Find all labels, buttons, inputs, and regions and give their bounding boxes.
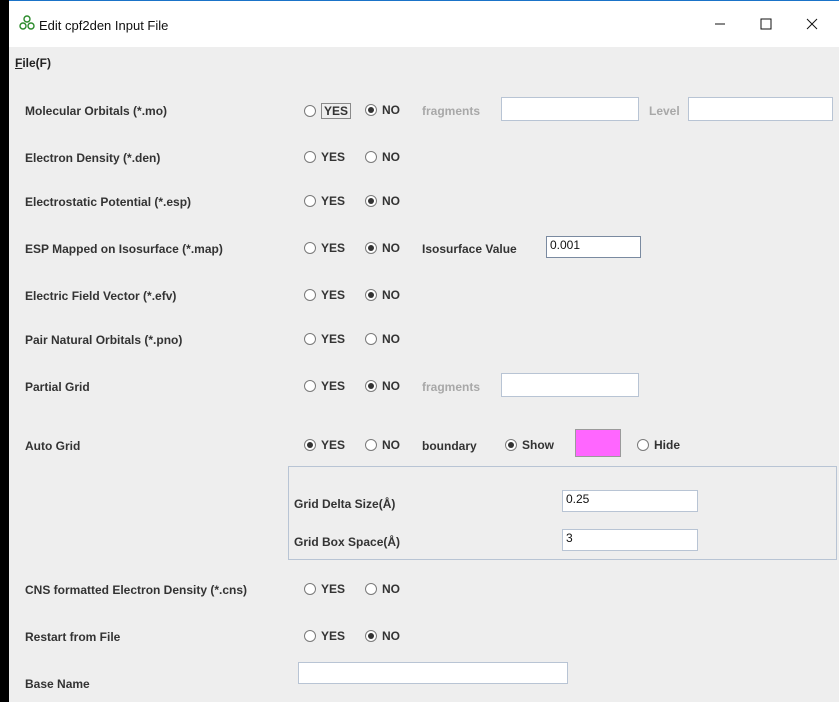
restart-no-radio[interactable]: NO <box>365 629 400 643</box>
pno-no-radio[interactable]: NO <box>365 332 400 346</box>
minimize-icon <box>715 23 725 25</box>
isosurface-input[interactable]: 0.001 <box>546 236 641 258</box>
restart-label: Restart from File <box>25 630 121 644</box>
menu-bar: File(F) <box>9 47 839 77</box>
desktop-edge <box>0 0 9 702</box>
cns-no-radio[interactable]: NO <box>365 582 400 596</box>
maximize-button[interactable] <box>743 11 789 37</box>
boundary-color-swatch[interactable] <box>575 429 621 457</box>
dialog-window: Edit cpf2den Input File File(F) Molecula… <box>9 0 839 702</box>
molecule-icon <box>19 15 35 34</box>
window-title: Edit cpf2den Input File <box>39 18 169 33</box>
grid-delta-label: Grid Delta Size(Å) <box>294 497 396 511</box>
map-no-radio[interactable]: NO <box>365 241 400 255</box>
boundary-label: boundary <box>422 439 477 453</box>
mo-no-radio[interactable]: NO <box>365 103 400 117</box>
base-name-label: Base Name <box>25 677 90 691</box>
mo-label: Molecular Orbitals (*.mo) <box>25 104 168 118</box>
minimize-button[interactable] <box>697 11 743 37</box>
auto-yes-radio[interactable]: YES <box>304 438 345 452</box>
cns-yes-radio[interactable]: YES <box>304 582 345 596</box>
partial-fragments-input[interactable] <box>501 373 639 397</box>
partial-yes-radio[interactable]: YES <box>304 379 345 393</box>
maximize-icon <box>760 18 772 30</box>
auto-no-radio[interactable]: NO <box>365 438 400 452</box>
mo-level-label: Level <box>649 104 680 118</box>
map-label: ESP Mapped on Isosurface (*.map) <box>25 242 223 256</box>
den-yes-radio[interactable]: YES <box>304 150 345 164</box>
isosurface-label: Isosurface Value <box>422 242 517 256</box>
mo-fragments-input[interactable] <box>501 97 639 121</box>
mo-yes-radio[interactable]: YES <box>304 103 352 119</box>
partial-fragments-label: fragments <box>422 380 481 394</box>
close-button[interactable] <box>789 11 835 37</box>
esp-no-radio[interactable]: NO <box>365 194 400 208</box>
boundary-hide-radio[interactable]: Hide <box>637 438 680 452</box>
boundary-show-radio[interactable]: Show <box>505 438 554 452</box>
grid-space-input[interactable]: 3 <box>562 529 698 551</box>
efv-yes-radio[interactable]: YES <box>304 288 345 302</box>
grid-delta-input[interactable]: 0.25 <box>562 490 698 512</box>
menu-file[interactable]: File(F) <box>15 56 51 70</box>
auto-label: Auto Grid <box>25 439 81 453</box>
map-yes-radio[interactable]: YES <box>304 241 345 255</box>
efv-label: Electric Field Vector (*.efv) <box>25 289 177 303</box>
den-no-radio[interactable]: NO <box>365 150 400 164</box>
efv-no-radio[interactable]: NO <box>365 288 400 302</box>
partial-label: Partial Grid <box>25 380 90 394</box>
den-label: Electron Density (*.den) <box>25 151 161 165</box>
restart-yes-radio[interactable]: YES <box>304 629 345 643</box>
pno-label: Pair Natural Orbitals (*.pno) <box>25 333 183 347</box>
partial-no-radio[interactable]: NO <box>365 379 400 393</box>
esp-yes-radio[interactable]: YES <box>304 194 345 208</box>
grid-space-label: Grid Box Space(Å) <box>294 535 401 549</box>
mo-fragments-label: fragments <box>422 104 481 118</box>
close-icon <box>806 18 818 30</box>
cns-label: CNS formatted Electron Density (*.cns) <box>25 583 248 597</box>
mo-level-input[interactable] <box>688 97 833 121</box>
title-bar[interactable]: Edit cpf2den Input File <box>9 0 839 48</box>
pno-yes-radio[interactable]: YES <box>304 332 345 346</box>
esp-label: Electrostatic Potential (*.esp) <box>25 195 192 209</box>
base-name-input[interactable] <box>298 662 568 684</box>
